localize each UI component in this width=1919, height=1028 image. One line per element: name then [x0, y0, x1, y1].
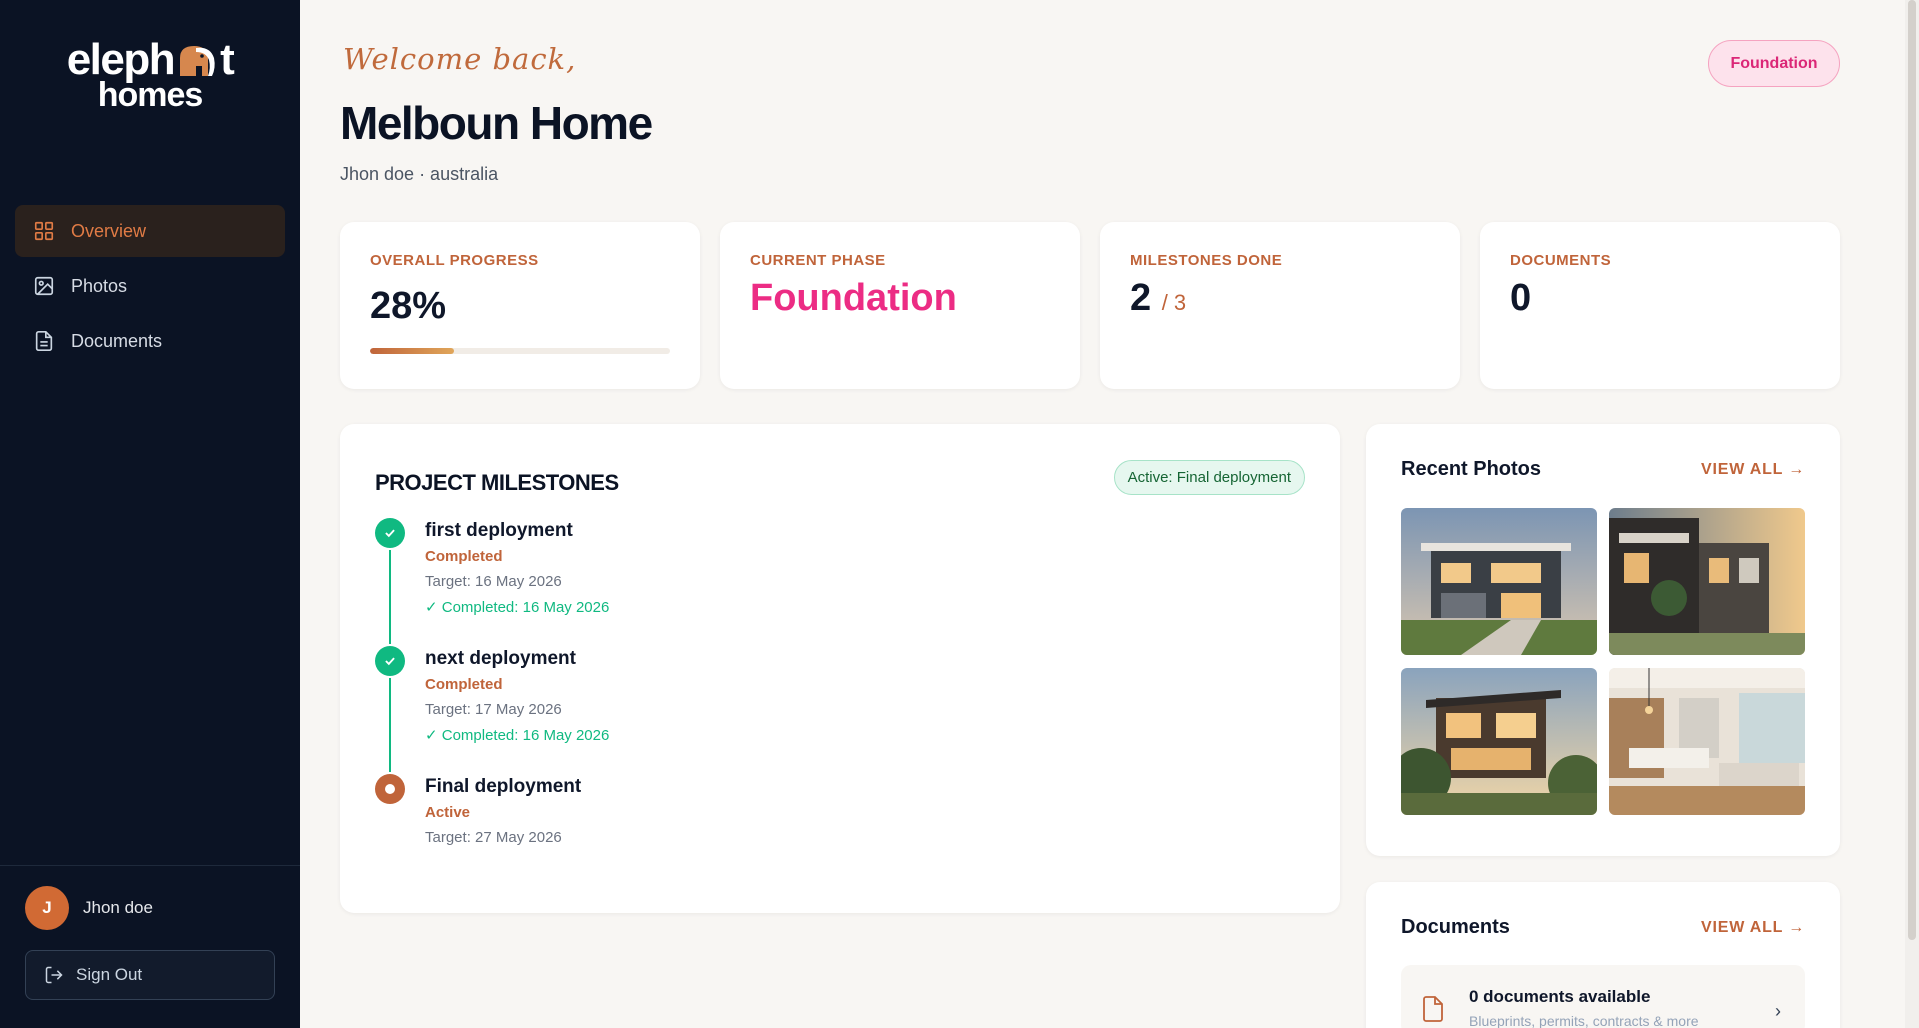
page-scrollbar[interactable]	[1905, 0, 1919, 1028]
check-circle-icon	[375, 518, 405, 548]
documents-title: Documents	[1401, 916, 1510, 938]
sidebar-footer: J Jhon doe Sign Out	[0, 865, 300, 1028]
stat-card-phase: CURRENT PHASE Foundation	[720, 222, 1080, 389]
photo-grid	[1401, 508, 1805, 815]
photo-thumbnail[interactable]	[1401, 668, 1597, 815]
avatar: J	[25, 886, 69, 930]
user-name: Jhon doe	[83, 898, 153, 917]
timeline-connector	[389, 550, 391, 644]
photos-view-all-link[interactable]: VIEW ALL →	[1701, 461, 1805, 479]
milestone-name: Final deployment	[425, 776, 582, 797]
active-milestone-pill: Active: Final deployment	[1113, 460, 1305, 495]
grid-icon	[34, 221, 54, 241]
documents-count-text: 0 documents available	[1469, 987, 1651, 1006]
documents-summary-row[interactable]: 0 documents available Blueprints, permit…	[1401, 965, 1805, 1028]
elephant-icon	[180, 46, 215, 76]
documents-view-all-link[interactable]: VIEW ALL →	[1701, 919, 1805, 937]
milestones-total: / 3	[1161, 290, 1187, 315]
image-icon	[34, 276, 54, 296]
stat-label: DOCUMENTS	[1510, 252, 1612, 269]
sign-out-button[interactable]: Sign Out	[25, 950, 275, 1000]
sidebar-item-documents[interactable]: Documents	[15, 315, 285, 367]
milestone-status: Completed	[425, 548, 503, 565]
recent-photos-title: Recent Photos	[1401, 458, 1542, 480]
timeline-connector	[389, 678, 391, 772]
sidebar-item-label: Documents	[71, 330, 163, 351]
milestone-target: Target: 16 May 2026	[425, 573, 562, 590]
check-circle-icon	[375, 646, 405, 676]
welcome-text: Welcome back,	[343, 42, 577, 76]
document-icon	[35, 331, 53, 351]
page-subtitle: Jhon doe · australia	[340, 164, 499, 184]
milestone-completed: ✓ Completed: 16 May 2026	[425, 727, 610, 744]
milestone-item: next deployment Completed Target: 17 May…	[375, 646, 609, 774]
scrollbar-thumb[interactable]	[1908, 0, 1916, 940]
sign-out-label: Sign Out	[76, 965, 143, 984]
milestone-item: Final deployment Active Target: 27 May 2…	[375, 774, 609, 874]
progress-bar	[370, 348, 670, 354]
stat-value: 2 / 3	[1130, 277, 1430, 320]
sidebar-item-label: Overview	[71, 220, 147, 241]
milestones-panel: PROJECT MILESTONES Active: Final deploym…	[340, 424, 1340, 913]
stat-value: 28%	[370, 285, 447, 327]
sidebar-nav: Overview Photos Documents	[0, 150, 300, 370]
milestone-name: first deployment	[425, 520, 573, 541]
milestone-target: Target: 27 May 2026	[425, 829, 562, 846]
documents-panel: Documents VIEW ALL → 0 documents availab…	[1366, 882, 1840, 1028]
brand-logo[interactable]: eleph t homes	[0, 0, 300, 150]
sidebar: eleph t homes Overview Photos Documents …	[0, 0, 300, 1028]
stat-card-milestones: MILESTONES DONE 2 / 3	[1100, 222, 1460, 389]
photo-thumbnail[interactable]	[1609, 668, 1805, 815]
stat-value: Foundation	[750, 277, 957, 319]
logo-text-2: t	[220, 35, 235, 84]
milestones-done-count: 2	[1130, 277, 1152, 319]
documents-description: Blueprints, permits, contracts & more	[1469, 1013, 1699, 1028]
user-profile[interactable]: J Jhon doe	[25, 886, 275, 930]
main-content: Welcome back, Melboun Home Jhon doe · au…	[300, 0, 1919, 1028]
milestone-status: Active	[425, 804, 471, 821]
stat-label: CURRENT PHASE	[750, 252, 886, 269]
active-dot-icon	[375, 774, 405, 804]
milestone-completed: ✓ Completed: 16 May 2026	[425, 599, 610, 616]
phase-badge: Foundation	[1708, 40, 1840, 87]
sidebar-item-label: Photos	[71, 275, 128, 296]
recent-photos-panel: Recent Photos VIEW ALL →	[1366, 424, 1840, 856]
stat-label: MILESTONES DONE	[1130, 252, 1283, 269]
logout-icon	[45, 966, 63, 984]
stat-value: 0	[1510, 277, 1532, 319]
photo-thumbnail[interactable]	[1609, 508, 1805, 655]
stat-card-documents: DOCUMENTS 0	[1480, 222, 1840, 389]
page-title: Melboun Home	[340, 97, 653, 149]
milestone-name: next deployment	[425, 648, 576, 669]
photo-thumbnail[interactable]	[1401, 508, 1597, 655]
chevron-right-icon: ›	[1775, 1001, 1781, 1021]
sidebar-item-overview[interactable]: Overview	[15, 205, 285, 257]
progress-fill	[370, 348, 454, 354]
stat-card-progress: OVERALL PROGRESS 28%	[340, 222, 700, 389]
milestone-item: first deployment Completed Target: 16 Ma…	[375, 518, 609, 646]
sidebar-item-photos[interactable]: Photos	[15, 260, 285, 312]
stat-label: OVERALL PROGRESS	[370, 252, 539, 269]
milestone-timeline: first deployment Completed Target: 16 Ma…	[375, 518, 609, 874]
file-icon	[1423, 996, 1443, 1022]
milestone-status: Completed	[425, 676, 503, 693]
milestone-target: Target: 17 May 2026	[425, 701, 562, 718]
